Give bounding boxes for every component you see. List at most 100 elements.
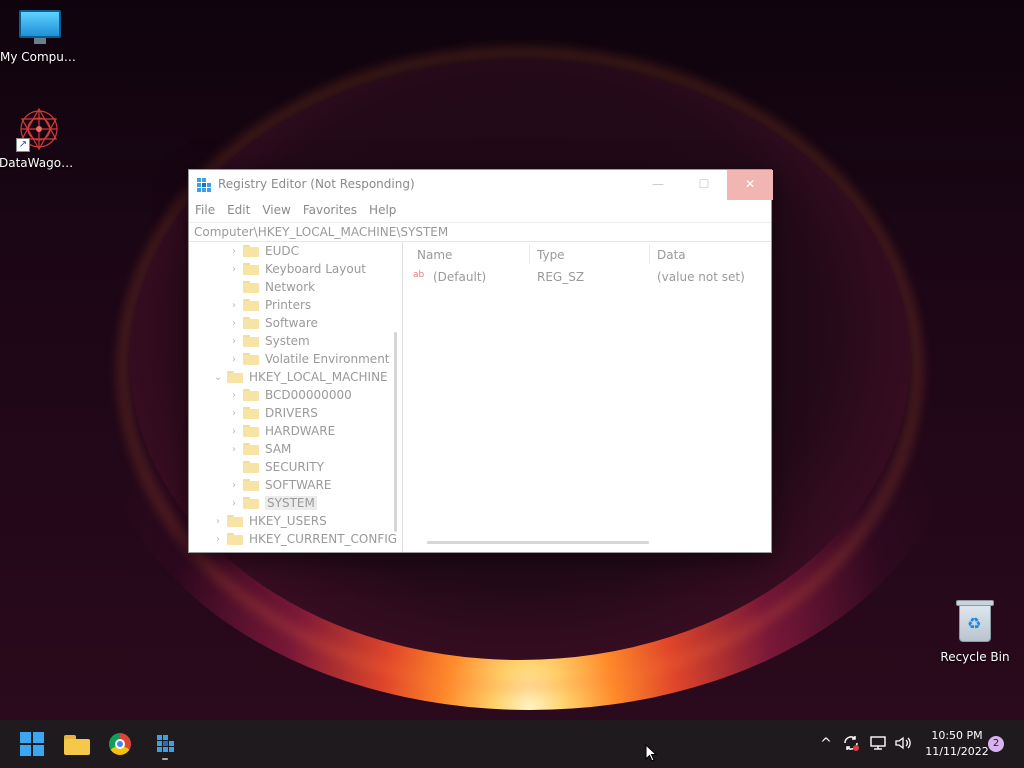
tree-vertical-scrollbar[interactable] [394, 332, 397, 532]
chevron-right-icon[interactable]: › [229, 354, 239, 365]
tree-item-label: Volatile Environment [265, 352, 390, 366]
tree-item-system-selected[interactable]: › SYSTEM [229, 494, 317, 512]
column-header-data[interactable]: Data [657, 248, 686, 262]
chevron-right-icon[interactable]: › [229, 498, 239, 509]
value-type-cell: REG_SZ [537, 270, 585, 284]
chevron-right-icon[interactable]: › [229, 318, 239, 329]
folder-icon [243, 425, 259, 437]
clock-date: 11/11/2022 [925, 745, 989, 758]
windows-logo-icon [20, 732, 44, 756]
maximize-button[interactable]: ☐ [681, 170, 727, 200]
value-data-cell: (value not set) [657, 270, 745, 284]
folder-icon [243, 479, 259, 491]
tree-item-hkey-users[interactable]: › HKEY_USERS [213, 512, 327, 530]
column-header-name[interactable]: Name [417, 248, 452, 262]
tree-item-network[interactable]: Network [229, 278, 315, 296]
desktop-icon-datawagon[interactable]: ↗ DataWagon... [0, 106, 79, 170]
tree-item-system[interactable]: › System [229, 332, 310, 350]
tree-item-printers[interactable]: › Printers [229, 296, 311, 314]
desktop-icon-label: Recycle Bin [940, 650, 1010, 664]
tree-item-label: SECURITY [265, 460, 324, 474]
chevron-down-icon[interactable]: ⌄ [213, 372, 223, 383]
menu-file[interactable]: File [191, 200, 223, 222]
minimize-button[interactable]: — [635, 170, 681, 200]
menu-bar: File Edit View Favorites Help [189, 200, 771, 222]
folder-icon [243, 353, 259, 365]
network-icon[interactable] [868, 734, 888, 754]
chevron-right-icon[interactable]: › [213, 516, 223, 527]
chevron-right-icon[interactable]: › [229, 300, 239, 311]
desktop-icon-recycle-bin[interactable]: ♻ Recycle Bin [935, 598, 1015, 664]
tree-item-label: SOFTWARE [265, 478, 332, 492]
shortcut-arrow-icon: ↗ [16, 138, 30, 152]
taskbar-registry-editor[interactable] [149, 728, 181, 760]
tree-item-security[interactable]: SECURITY [229, 458, 324, 476]
tree-item-hkey-current-config[interactable]: › HKEY_CURRENT_CONFIG [213, 530, 397, 548]
tree-item-software-hklm[interactable]: › SOFTWARE [229, 476, 331, 494]
tree-item-label: SYSTEM [265, 496, 317, 510]
folder-icon [243, 461, 259, 473]
string-value-icon: ab [413, 270, 425, 280]
chevron-right-icon[interactable]: › [229, 390, 239, 401]
folder-icon [243, 263, 259, 275]
monitor-icon [19, 10, 61, 44]
tree-item-sam[interactable]: › SAM [229, 440, 291, 458]
tree-item-label: Printers [265, 298, 312, 312]
registry-editor-icon [157, 735, 174, 752]
folder-icon [243, 389, 259, 401]
address-bar[interactable]: Computer\HKEY_LOCAL_MACHINE\SYSTEM [189, 222, 771, 242]
menu-view[interactable]: View [258, 200, 298, 222]
folder-icon [227, 371, 243, 383]
menu-edit[interactable]: Edit [223, 200, 258, 222]
tree-item-drivers[interactable]: › DRIVERS [229, 404, 318, 422]
tree-item-label: DRIVERS [265, 406, 318, 420]
folder-icon [243, 497, 259, 509]
chevron-right-icon[interactable]: › [229, 426, 239, 437]
column-header-type[interactable]: Type [537, 248, 565, 262]
registry-tree[interactable]: › EUDC › Keyboard Layout Network › Print… [189, 242, 403, 552]
taskbar-file-explorer[interactable] [60, 728, 92, 760]
desktop-icon-my-computer[interactable]: My Computer [0, 10, 80, 64]
tree-item-volatile-environment[interactable]: › Volatile Environment [229, 350, 390, 368]
volume-icon[interactable] [893, 734, 913, 754]
taskbar-chrome[interactable] [104, 728, 136, 760]
tree-item-hardware[interactable]: › HARDWARE [229, 422, 335, 440]
tree-item-label: Software [265, 316, 318, 330]
tree-item-label: Network [265, 280, 316, 294]
menu-help[interactable]: Help [365, 200, 404, 222]
chevron-right-icon[interactable]: › [229, 444, 239, 455]
tree-item-bcd[interactable]: › BCD00000000 [229, 386, 352, 404]
column-separator[interactable] [649, 244, 650, 264]
window-title: Registry Editor (Not Responding) [218, 177, 415, 191]
values-list[interactable]: Name Type Data ab (Default) REG_SZ (valu… [407, 242, 771, 552]
chevron-right-icon[interactable]: › [229, 408, 239, 419]
editor-panes: › EUDC › Keyboard Layout Network › Print… [189, 242, 771, 552]
chevron-right-icon[interactable]: › [229, 336, 239, 347]
notification-badge[interactable]: 2 [988, 736, 1004, 752]
mouse-pointer-icon [645, 744, 657, 762]
chevron-right-icon[interactable]: › [229, 480, 239, 491]
tree-item-software[interactable]: › Software [229, 314, 318, 332]
chevron-right-icon[interactable]: › [229, 246, 239, 257]
tree-item-hkey-local-machine[interactable]: ⌄ HKEY_LOCAL_MACHINE [213, 368, 388, 386]
title-bar[interactable]: Registry Editor (Not Responding) — ☐ ✕ [189, 170, 773, 200]
system-clock[interactable]: 10:50 PM 11/11/2022 [922, 728, 992, 760]
chevron-right-icon[interactable]: › [213, 534, 223, 545]
start-button[interactable] [16, 728, 48, 760]
list-horizontal-scrollbar[interactable] [427, 541, 649, 544]
close-button[interactable]: ✕ [727, 170, 773, 200]
clock-time: 10:50 PM [931, 729, 983, 742]
tree-item-label: HKEY_CURRENT_CONFIG [249, 532, 398, 546]
chevron-right-icon[interactable]: › [229, 264, 239, 275]
show-hidden-icons-chevron-icon[interactable]: ^ [816, 734, 836, 754]
folder-icon [243, 299, 259, 311]
tree-item-keyboard-layout[interactable]: › Keyboard Layout [229, 260, 366, 278]
folder-icon [64, 735, 90, 755]
value-name-cell[interactable]: (Default) [433, 270, 486, 284]
column-separator[interactable] [529, 244, 530, 264]
menu-favorites[interactable]: Favorites [299, 200, 365, 222]
sync-icon[interactable] [841, 734, 861, 754]
folder-icon [227, 533, 243, 545]
tree-item-eudc[interactable]: › EUDC [229, 242, 299, 260]
registry-editor-window[interactable]: Registry Editor (Not Responding) — ☐ ✕ F… [188, 169, 773, 553]
